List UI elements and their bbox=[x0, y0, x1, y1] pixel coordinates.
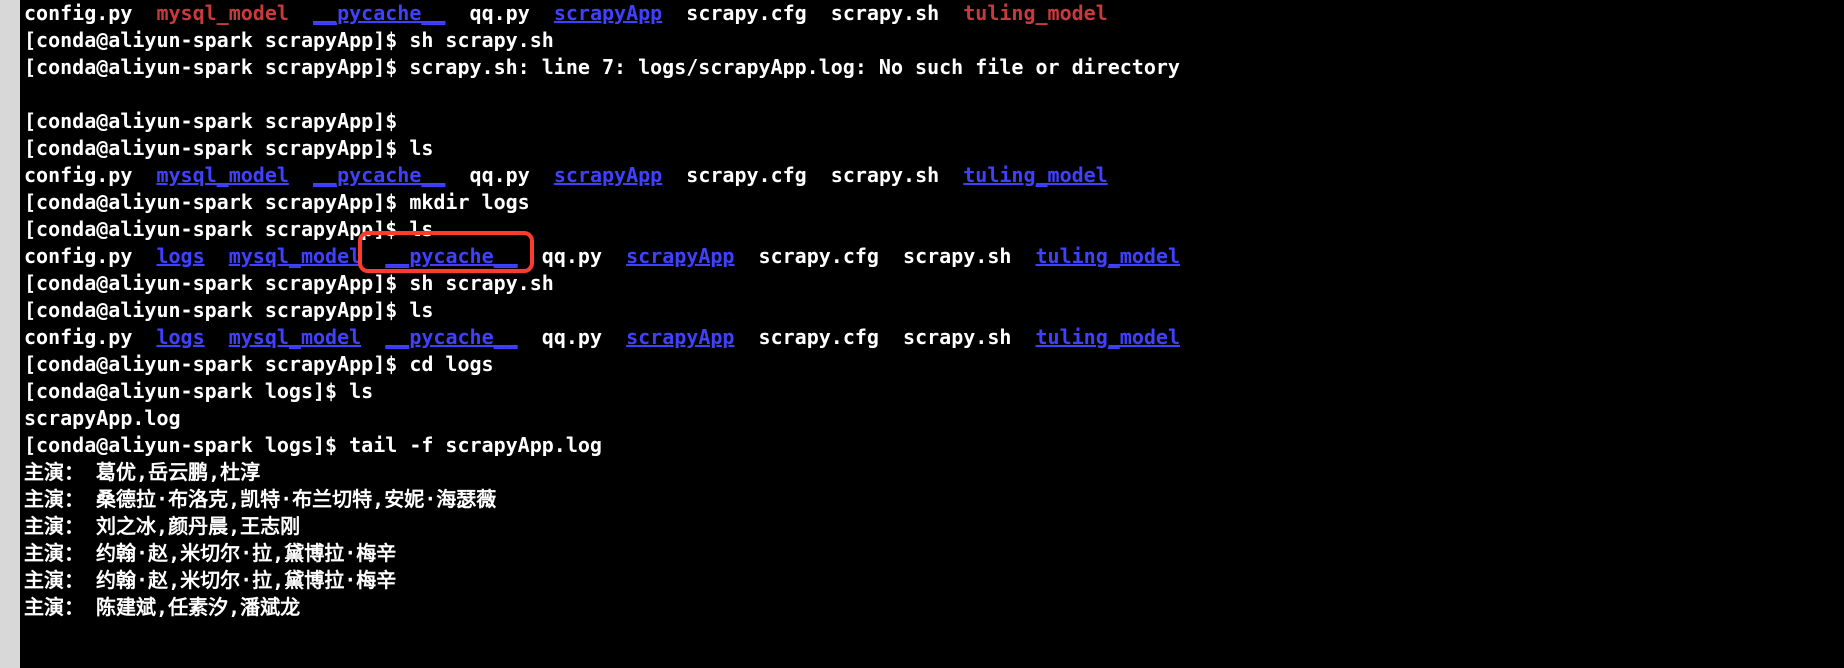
terminal-text-segment: qq.py bbox=[518, 244, 626, 268]
terminal-text-segment: qq.py bbox=[445, 163, 553, 187]
terminal-line: 主演： 约翰·赵,米切尔·拉,黛博拉·梅辛 bbox=[24, 540, 1844, 567]
terminal-line: 主演： 桑德拉·布洛克,凯特·布兰切特,安妮·海瑟薇 bbox=[24, 486, 1844, 513]
terminal-text-segment: logs bbox=[156, 325, 204, 349]
terminal-text-segment: [conda@aliyun-spark scrapyApp]$ ls bbox=[24, 298, 433, 322]
terminal-text-segment: [conda@aliyun-spark logs]$ tail -f scrap… bbox=[24, 433, 602, 457]
terminal-text-segment: mysql_model bbox=[156, 163, 288, 187]
terminal-text-segment: scrapyApp.log bbox=[24, 406, 181, 430]
terminal-line: scrapyApp.log bbox=[24, 405, 1844, 432]
terminal-line: [conda@aliyun-spark scrapyApp]$ cd logs bbox=[24, 351, 1844, 378]
terminal-text-segment: mysql_model bbox=[229, 244, 361, 268]
terminal-text-segment: 主演： 刘之冰,颜丹晨,王志刚 bbox=[24, 514, 300, 538]
terminal-line: 主演： 葛优,岳云鹏,杜淳 bbox=[24, 459, 1844, 486]
terminal-text-segment: scrapyApp bbox=[554, 163, 662, 187]
terminal-text-segment: __pycache__ bbox=[385, 325, 517, 349]
terminal-text-segment: config.py bbox=[24, 1, 156, 25]
terminal-text-segment: 主演： 桑德拉·布洛克,凯特·布兰切特,安妮·海瑟薇 bbox=[24, 487, 496, 511]
terminal-text-segment: config.py bbox=[24, 163, 156, 187]
terminal-text-segment: qq.py bbox=[518, 325, 626, 349]
terminal-line: [conda@aliyun-spark scrapyApp]$ ls bbox=[24, 216, 1844, 243]
terminal-text-segment: 主演： 葛优,岳云鹏,杜淳 bbox=[24, 460, 260, 484]
terminal-text-segment: __pycache__ bbox=[385, 244, 517, 268]
terminal-text-segment: scrapy.cfg scrapy.sh bbox=[662, 1, 963, 25]
terminal-text-segment bbox=[361, 244, 385, 268]
terminal-text-segment: mysql_model bbox=[156, 1, 288, 25]
terminal-text-segment: [conda@aliyun-spark logs]$ ls bbox=[24, 379, 373, 403]
terminal-text-segment: [conda@aliyun-spark scrapyApp]$ scrapy.s… bbox=[24, 55, 1180, 79]
terminal-line: [conda@aliyun-spark logs]$ tail -f scrap… bbox=[24, 432, 1844, 459]
terminal-line: [conda@aliyun-spark scrapyApp]$ scrapy.s… bbox=[24, 54, 1844, 81]
terminal-text-segment bbox=[205, 244, 229, 268]
terminal-text-segment: __pycache__ bbox=[313, 1, 445, 25]
terminal-line: [conda@aliyun-spark scrapyApp]$ sh scrap… bbox=[24, 27, 1844, 54]
terminal-line: 主演： 刘之冰,颜丹晨,王志刚 bbox=[24, 513, 1844, 540]
terminal-text-segment: config.py bbox=[24, 325, 156, 349]
terminal-text-segment: [conda@aliyun-spark scrapyApp]$ sh scrap… bbox=[24, 271, 554, 295]
terminal-text-segment: [conda@aliyun-spark scrapyApp]$ mkdir lo… bbox=[24, 190, 530, 214]
terminal-text-segment: 主演： 约翰·赵,米切尔·拉,黛博拉·梅辛 bbox=[24, 568, 396, 592]
terminal-text-segment: [conda@aliyun-spark scrapyApp]$ ls bbox=[24, 217, 433, 241]
terminal-line: [conda@aliyun-spark scrapyApp]$ mkdir lo… bbox=[24, 189, 1844, 216]
terminal-text-segment: [conda@aliyun-spark scrapyApp]$ cd logs bbox=[24, 352, 494, 376]
terminal-text-segment: qq.py bbox=[445, 1, 553, 25]
terminal-text-segment: scrapyApp bbox=[626, 244, 734, 268]
terminal-text-segment bbox=[205, 325, 229, 349]
terminal-text-segment: scrapy.cfg scrapy.sh bbox=[734, 244, 1035, 268]
terminal-text-segment bbox=[361, 325, 385, 349]
terminal-text-segment: tuling_model bbox=[1036, 325, 1181, 349]
terminal-text-segment: 主演： 陈建斌,任素汐,潘斌龙 bbox=[24, 595, 300, 619]
terminal-text-segment: tuling_model bbox=[963, 1, 1108, 25]
terminal-line: 主演： 约翰·赵,米切尔·拉,黛博拉·梅辛 bbox=[24, 567, 1844, 594]
terminal-text-segment bbox=[289, 163, 313, 187]
terminal-text-segment: [conda@aliyun-spark scrapyApp]$ sh scrap… bbox=[24, 28, 554, 52]
terminal-line: config.py mysql_model __pycache__ qq.py … bbox=[24, 162, 1844, 189]
terminal-text-segment: mysql_model bbox=[229, 325, 361, 349]
terminal-text-segment: [conda@aliyun-spark scrapyApp]$ ls bbox=[24, 136, 433, 160]
terminal-output[interactable]: config.py mysql_model __pycache__ qq.py … bbox=[0, 0, 1844, 621]
terminal-line: config.py logs mysql_model __pycache__ q… bbox=[24, 243, 1844, 270]
terminal-line: [conda@aliyun-spark scrapyApp]$ ls bbox=[24, 135, 1844, 162]
terminal-text-segment bbox=[289, 1, 313, 25]
terminal-line: [conda@aliyun-spark logs]$ ls bbox=[24, 378, 1844, 405]
terminal-line: [conda@aliyun-spark scrapyApp]$ bbox=[24, 108, 1844, 135]
terminal-text-segment: scrapyApp bbox=[554, 1, 662, 25]
terminal-line: 主演： 陈建斌,任素汐,潘斌龙 bbox=[24, 594, 1844, 621]
terminal-text-segment: scrapy.cfg scrapy.sh bbox=[734, 325, 1035, 349]
terminal-text-segment: scrapy.cfg scrapy.sh bbox=[662, 163, 963, 187]
terminal-line: config.py logs mysql_model __pycache__ q… bbox=[24, 324, 1844, 351]
terminal-text-segment: scrapyApp bbox=[626, 325, 734, 349]
terminal-line: config.py mysql_model __pycache__ qq.py … bbox=[24, 0, 1844, 27]
terminal-text-segment: logs bbox=[156, 244, 204, 268]
terminal-text-segment: tuling_model bbox=[1036, 244, 1181, 268]
terminal-text-segment: tuling_model bbox=[963, 163, 1108, 187]
terminal-text-segment: __pycache__ bbox=[313, 163, 445, 187]
terminal-line: [conda@aliyun-spark scrapyApp]$ sh scrap… bbox=[24, 270, 1844, 297]
terminal-text-segment bbox=[24, 82, 36, 106]
terminal-text-segment: [conda@aliyun-spark scrapyApp]$ bbox=[24, 109, 409, 133]
terminal-text-segment: config.py bbox=[24, 244, 156, 268]
terminal-text-segment: 主演： 约翰·赵,米切尔·拉,黛博拉·梅辛 bbox=[24, 541, 396, 565]
terminal-line bbox=[24, 81, 1844, 108]
terminal-line: [conda@aliyun-spark scrapyApp]$ ls bbox=[24, 297, 1844, 324]
